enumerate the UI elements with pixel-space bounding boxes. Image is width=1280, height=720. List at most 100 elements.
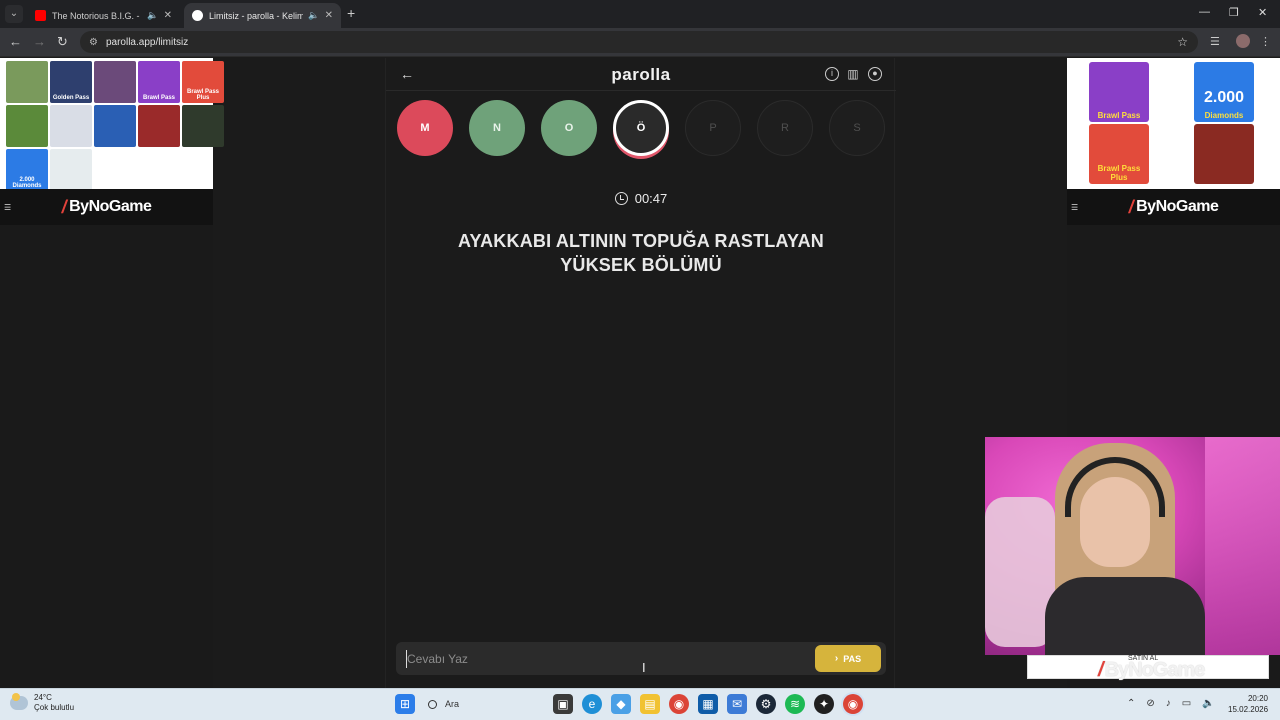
- ad-product[interactable]: [50, 105, 92, 147]
- ad-product[interactable]: Brawl Pass Plus: [182, 61, 224, 103]
- store-icon[interactable]: ◆: [611, 694, 631, 714]
- tab-title: Limitsiz - parolla - Kelime o: [209, 10, 304, 21]
- back-icon[interactable]: ←: [9, 34, 22, 49]
- ad-product[interactable]: [94, 61, 136, 103]
- ad-product[interactable]: [1194, 124, 1254, 184]
- taskbar-clock[interactable]: 20:20 15.02.2026: [1228, 693, 1268, 715]
- volume-icon[interactable]: 🔈: [1202, 698, 1214, 709]
- ad-product[interactable]: Brawl Pass Plus: [1089, 124, 1149, 184]
- ad-product[interactable]: Golden Pass: [50, 61, 92, 103]
- parolla-logo[interactable]: parolla: [386, 65, 896, 85]
- bynogame-logo-icon: /: [1128, 196, 1134, 217]
- product-label: Golden Pass: [52, 95, 90, 101]
- new-tab-icon[interactable]: +: [347, 5, 355, 21]
- letter-current: Ö: [613, 100, 669, 156]
- letter-pending: R: [757, 100, 813, 156]
- browser-tab-youtube[interactable]: The Notorious B.I.G. - Suicid 🔈 ✕: [27, 3, 180, 28]
- ad-product[interactable]: [6, 61, 48, 103]
- ad-product[interactable]: 2.000 Diamonds: [6, 149, 48, 191]
- close-tab-icon[interactable]: ✕: [325, 10, 333, 21]
- extensions-icon[interactable]: ☰: [1210, 35, 1220, 48]
- webcam-light: [1205, 437, 1280, 655]
- menu-icon[interactable]: ☰: [4, 203, 11, 212]
- address-toolbar: ← → ↻ ⚙ parolla.app/limitsiz ☆ ☰ ⋮: [0, 28, 1280, 57]
- windows-start-icon[interactable]: ⊞: [395, 694, 415, 714]
- steam-icon[interactable]: ⚙: [756, 694, 776, 714]
- microphone-icon[interactable]: ♪: [1166, 698, 1171, 709]
- clock-icon: [614, 192, 628, 205]
- ad-product[interactable]: Brawl Pass: [138, 61, 180, 103]
- close-tab-icon[interactable]: ✕: [164, 10, 172, 21]
- pass-button[interactable]: › PAS: [815, 645, 881, 672]
- letter-pending: P: [685, 100, 741, 156]
- ad-product[interactable]: [50, 149, 92, 191]
- browser-tab-parolla[interactable]: Limitsiz - parolla - Kelime o 🔈 ✕: [184, 3, 341, 28]
- profile-avatar[interactable]: [1236, 34, 1250, 48]
- bookmark-star-icon[interactable]: ☆: [1177, 35, 1188, 49]
- clock-time: 20:20: [1247, 694, 1268, 703]
- question-text: AYAKKABI ALTININ TOPUĞA RASTLAYAN YÜKSEK…: [458, 231, 824, 275]
- stats-icon[interactable]: ▥: [846, 67, 860, 81]
- ad-banner-right[interactable]: Brawl Pass 2.000 Diamonds Brawl Pass Plu…: [1067, 58, 1280, 189]
- menu-icon[interactable]: ☰: [1071, 203, 1078, 212]
- ad-banner-left[interactable]: Golden Pass Brawl Pass Brawl Pass Plus 2.00…: [0, 58, 224, 191]
- letter-right: O: [541, 100, 597, 156]
- brand-name: ByNoGame: [1136, 198, 1219, 215]
- webcam-overlay: [985, 437, 1280, 655]
- system-tray: ⌃ ⊘ ♪ ▭ 🔈: [1127, 698, 1226, 709]
- site-info-icon[interactable]: ⚙: [89, 37, 98, 48]
- product-label: 2.000 Diamonds: [12, 177, 42, 189]
- tab-search-button[interactable]: ⌄: [5, 5, 23, 23]
- browser-tab-bar: ⌄ The Notorious B.I.G. - Suicid 🔈 ✕ Limi…: [0, 0, 1280, 28]
- youtube-icon: [35, 10, 46, 21]
- pass-label: PAS: [843, 653, 862, 664]
- forward-icon[interactable]: →: [33, 34, 46, 49]
- ad-product[interactable]: [6, 105, 48, 147]
- weather-widget[interactable]: 24°C Çok bulutlu: [10, 693, 74, 713]
- task-view-icon[interactable]: ▣: [553, 694, 573, 714]
- watermark-text: ByNoGame: [1104, 659, 1206, 681]
- info-icon[interactable]: i: [825, 67, 839, 81]
- speaker-muted-icon[interactable]: 🔈: [308, 10, 319, 21]
- letter-wrong: M: [397, 100, 453, 156]
- edge-icon[interactable]: e: [582, 694, 602, 714]
- address-bar[interactable]: ⚙ parolla.app/limitsiz ☆: [80, 31, 1198, 53]
- app-icon[interactable]: ✦: [814, 694, 834, 714]
- ad-product[interactable]: [182, 105, 224, 147]
- taskbar-search[interactable]: Ara: [424, 694, 544, 714]
- chrome-icon[interactable]: ◉: [669, 694, 689, 714]
- chevron-right-icon: ›: [834, 653, 839, 664]
- microsoft-store-icon[interactable]: ▦: [698, 694, 718, 714]
- outlook-icon[interactable]: ✉: [727, 694, 747, 714]
- parolla-favicon-icon: [192, 10, 203, 21]
- reload-icon[interactable]: ↻: [57, 34, 68, 50]
- display-icon[interactable]: ▭: [1182, 698, 1191, 709]
- answer-input[interactable]: [406, 650, 806, 668]
- network-off-icon[interactable]: ⊘: [1146, 698, 1154, 709]
- ad-brand-bar-left[interactable]: ☰ / ByNoGame: [0, 189, 213, 225]
- ad-product[interactable]: 2.000 Diamonds: [1194, 62, 1254, 122]
- product-label: Brawl Pass Plus: [186, 89, 220, 101]
- product-label: Brawl Pass Plus: [1097, 164, 1141, 182]
- file-explorer-icon[interactable]: ▤: [640, 694, 660, 714]
- restore-icon[interactable]: ❐: [1229, 6, 1239, 19]
- more-menu-icon[interactable]: ⋮: [1260, 35, 1271, 48]
- ad-product-grid: Brawl Pass 2.000 Diamonds Brawl Pass Plu…: [1089, 62, 1254, 184]
- minimize-icon[interactable]: —: [1199, 6, 1210, 18]
- chevron-up-icon[interactable]: ⌃: [1127, 698, 1135, 709]
- search-label: Ara: [445, 699, 460, 709]
- ad-product[interactable]: Brawl Pass: [1089, 62, 1149, 122]
- close-window-icon[interactable]: ✕: [1258, 6, 1267, 19]
- weather-desc: Çok bulutlu: [34, 703, 75, 712]
- ad-product[interactable]: [138, 105, 180, 147]
- ad-product[interactable]: [94, 105, 136, 147]
- spotify-icon[interactable]: ≋: [785, 694, 805, 714]
- chrome-active-icon[interactable]: ◉: [843, 694, 863, 714]
- text-cursor-icon: I: [642, 660, 646, 675]
- brand-name: ByNoGame: [69, 198, 152, 215]
- letter-pending: S: [829, 100, 885, 156]
- url-text: parolla.app/limitsiz: [105, 36, 189, 48]
- speaker-icon[interactable]: 🔈: [147, 10, 158, 21]
- profile-icon[interactable]: ●: [868, 67, 882, 81]
- ad-brand-bar-right[interactable]: ☰ / ByNoGame: [1067, 189, 1280, 225]
